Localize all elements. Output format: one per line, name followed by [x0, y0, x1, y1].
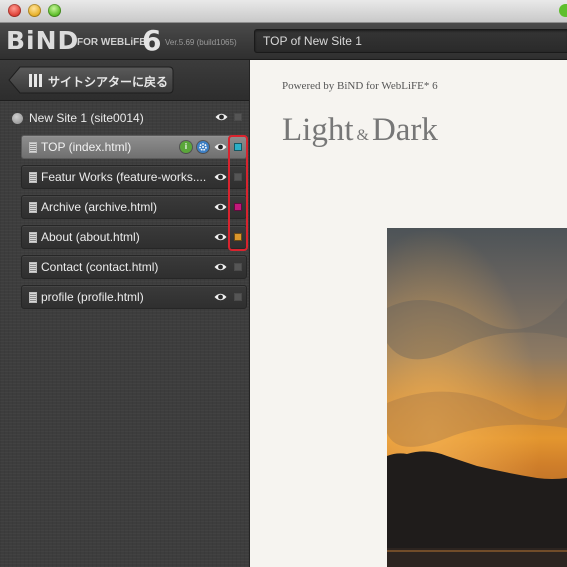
site-label: New Site 1 (site0014)	[29, 111, 144, 125]
page-icon	[29, 262, 37, 273]
info-badge-icon[interactable]: i	[180, 141, 192, 153]
brand-ampersand: &	[356, 127, 369, 144]
brand-word-light: Light	[282, 112, 354, 148]
page-label: Contact (contact.html)	[41, 260, 159, 274]
page-row-profile[interactable]: profile (profile.html)	[21, 285, 247, 309]
page-label: TOP (index.html)	[41, 140, 132, 154]
page-icon	[29, 232, 37, 243]
app-header: BiND FOR WEBLiFE* 6 Ver.5.69 (build1065)…	[0, 23, 567, 60]
zoom-button[interactable]	[48, 4, 61, 17]
page-title-field[interactable]: TOP of New Site 1	[254, 29, 567, 53]
back-bar: サイトシアターに戻る	[0, 60, 249, 101]
back-to-site-theater-button[interactable]: サイトシアターに戻る	[8, 66, 174, 94]
brand-word-dark: Dark	[371, 112, 438, 148]
logo-number: 6	[142, 24, 162, 57]
visibility-eye-icon[interactable]	[215, 112, 228, 122]
sunset-photo	[387, 228, 567, 567]
site-status-icon	[12, 113, 23, 124]
page-preview: Powered by BiND for WebLiFE* 6 Light &Dar…	[250, 60, 567, 567]
color-swatch[interactable]	[234, 113, 242, 121]
site-row[interactable]: New Site 1 (site0014)	[0, 108, 249, 128]
powered-by-text: Powered by BiND for WebLiFE* 6	[282, 80, 438, 92]
page-row-feature-works[interactable]: Featur Works (feature-works....	[21, 165, 247, 189]
page-label: profile (profile.html)	[41, 290, 144, 304]
title-bar	[0, 0, 567, 23]
page-icon	[29, 202, 37, 213]
close-button[interactable]	[8, 4, 21, 17]
page-icon	[29, 292, 37, 303]
visibility-eye-icon[interactable]	[214, 172, 227, 182]
page-title-text: TOP of New Site 1	[263, 34, 362, 48]
visibility-eye-icon[interactable]	[214, 292, 227, 302]
site-brand-title: Light &Dark	[282, 112, 438, 149]
visibility-eye-icon[interactable]	[214, 202, 227, 212]
page-icon	[29, 142, 37, 153]
visibility-eye-icon[interactable]	[214, 142, 227, 152]
visibility-eye-icon[interactable]	[214, 262, 227, 272]
page-row-archive[interactable]: Archive (archive.html)	[21, 195, 247, 219]
page-label: Featur Works (feature-works....	[41, 170, 207, 184]
logo-sub-text: FOR WEBLiFE*	[77, 37, 150, 48]
settings-badge-icon[interactable]	[197, 141, 209, 153]
sidebar: サイトシアターに戻る New Site 1 (site0014) TOP (in…	[0, 60, 250, 567]
visibility-eye-icon[interactable]	[214, 232, 227, 242]
page-label: About (about.html)	[41, 230, 140, 244]
color-swatch-highlight	[228, 135, 248, 251]
minimize-button[interactable]	[28, 4, 41, 17]
page-color-swatch[interactable]	[234, 293, 242, 301]
page-label: Archive (archive.html)	[41, 200, 158, 214]
page-icon	[29, 172, 37, 183]
version-label: Ver.5.69 (build1065)	[165, 38, 237, 47]
page-row-contact[interactable]: Contact (contact.html)	[21, 255, 247, 279]
sunset-landscape-image	[387, 228, 567, 567]
toolbar-toggle-button[interactable]	[559, 4, 567, 17]
page-row-top[interactable]: TOP (index.html) i	[21, 135, 247, 159]
back-button-label: サイトシアターに戻る	[48, 75, 169, 89]
grid-icon	[29, 74, 43, 87]
page-row-about[interactable]: About (about.html)	[21, 225, 247, 249]
logo-main-text: BiND	[6, 26, 80, 55]
page-color-swatch[interactable]	[234, 263, 242, 271]
